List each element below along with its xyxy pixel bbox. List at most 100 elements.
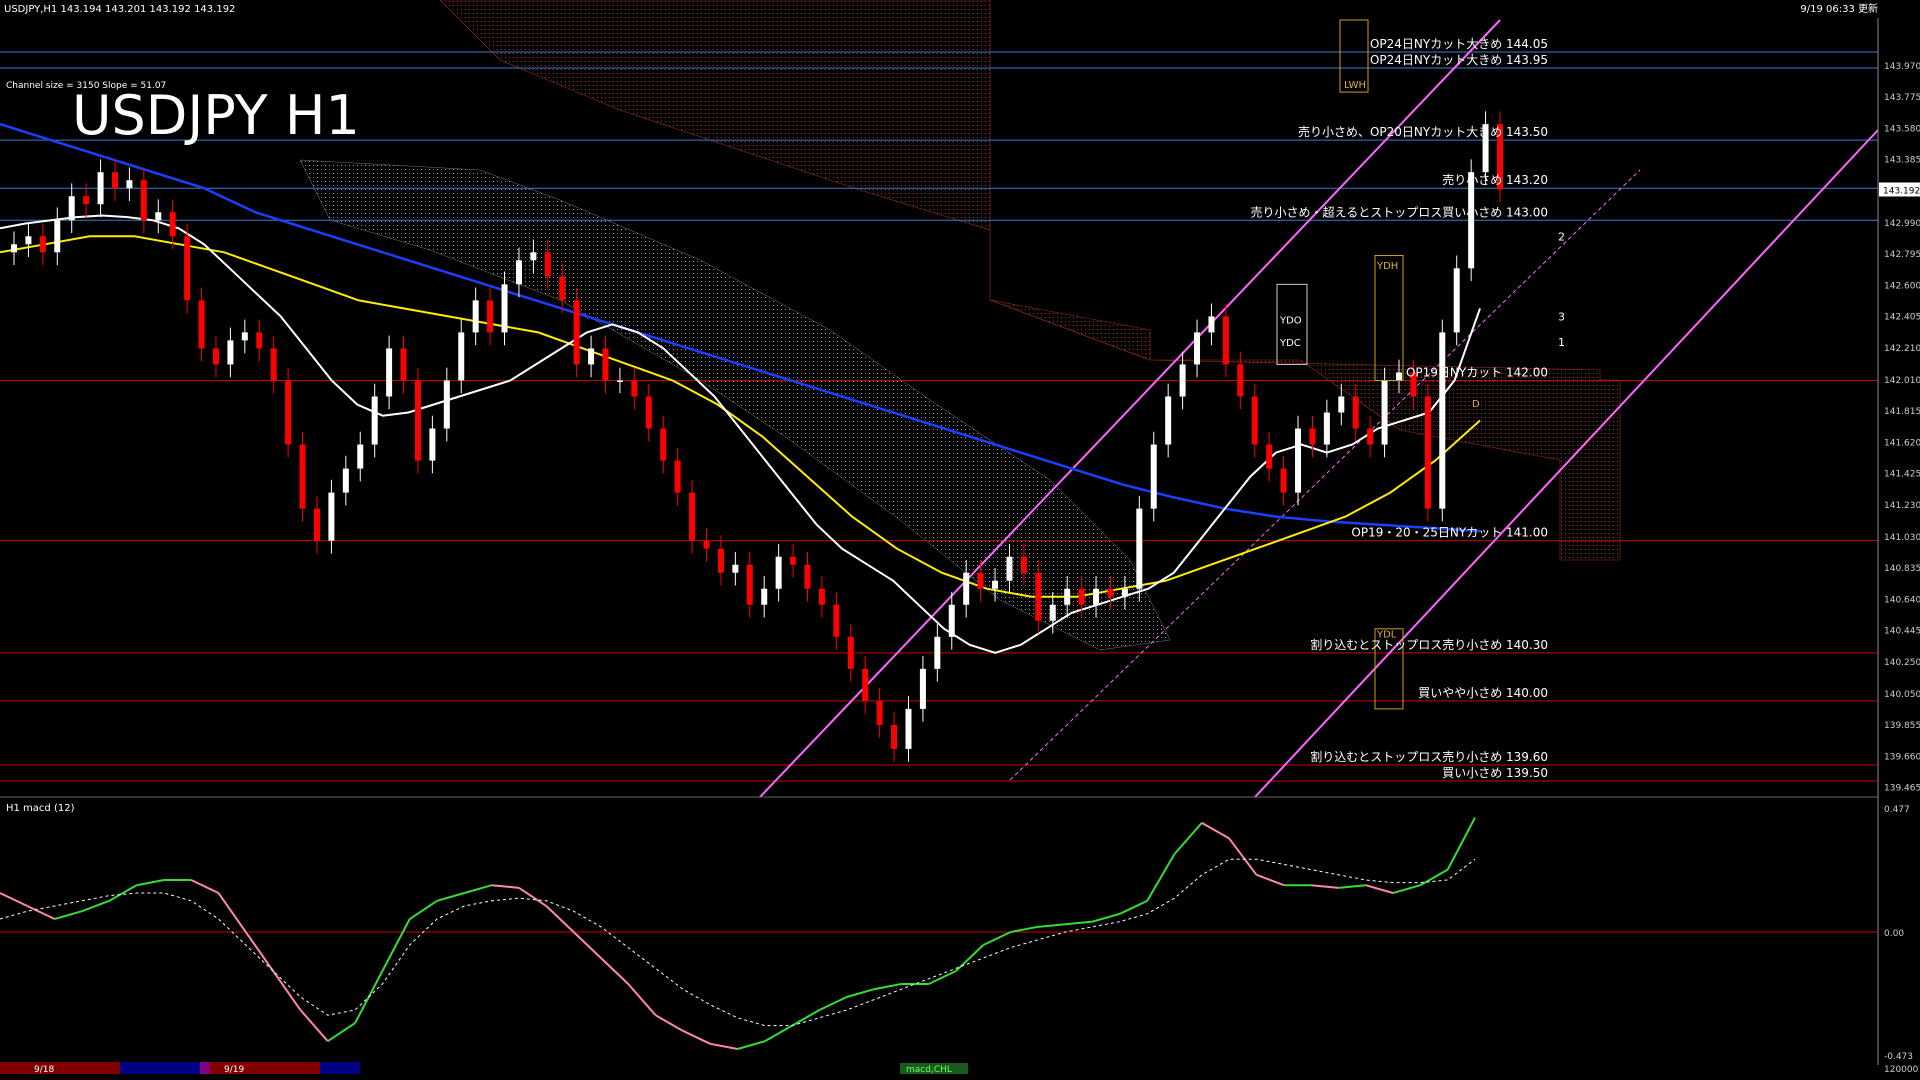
candle-body xyxy=(1165,396,1172,445)
candle-body xyxy=(111,172,118,189)
price-tick: 141.425 xyxy=(1884,470,1920,480)
candle-body xyxy=(227,340,234,365)
candle-body xyxy=(1208,316,1215,333)
price-tick: 139.660 xyxy=(1884,752,1920,762)
candle-body xyxy=(97,172,104,205)
candle-body xyxy=(847,636,854,669)
macd-tick: -0.473 xyxy=(1884,1052,1913,1062)
candle-body xyxy=(934,636,941,669)
price-tick: 141.030 xyxy=(1884,533,1920,543)
candle-body xyxy=(948,604,955,637)
macd-tick: 0.00 xyxy=(1884,929,1904,939)
price-tick: 143.970 xyxy=(1884,62,1920,72)
update-datetime: 9/19 06:33 更新 xyxy=(1800,2,1878,15)
candle-body xyxy=(1136,508,1143,589)
candle-body xyxy=(963,572,970,605)
price-tick: 140.445 xyxy=(1884,627,1920,637)
level-label: 割り込むとストップロス売り小さめ 139.60 xyxy=(1310,749,1548,764)
price-tick: 139.855 xyxy=(1884,721,1920,731)
candle-body xyxy=(775,556,782,589)
price-tick: 142.600 xyxy=(1884,281,1920,291)
price-tick: 143.775 xyxy=(1884,93,1920,103)
chart-title: USDJPY H1 xyxy=(72,84,360,147)
candle-body xyxy=(905,708,912,749)
box-label: YDH xyxy=(1376,261,1398,272)
candle-body xyxy=(342,468,349,493)
candle-body xyxy=(169,212,176,237)
candle-body xyxy=(891,724,898,749)
candle-body xyxy=(1237,364,1244,397)
candle-body xyxy=(371,396,378,445)
candle-body xyxy=(1396,372,1403,381)
candle-body xyxy=(212,348,219,365)
candle-body xyxy=(833,604,840,637)
date-label-918: 9/18 xyxy=(34,1065,54,1075)
box-label: D xyxy=(1472,399,1480,410)
candle-body xyxy=(1381,380,1388,445)
box-label: YDC xyxy=(1279,338,1301,349)
level-label: 割り込むとストップロス売り小さめ 140.30 xyxy=(1310,637,1548,652)
level-label: OP24日NYカット大きめ 143.95 xyxy=(1370,53,1548,67)
price-tick: 141.815 xyxy=(1884,407,1920,417)
candle-body xyxy=(746,564,753,605)
candle-body xyxy=(515,260,522,285)
level-label: 売り小さめ、OP20日NYカット大きめ 143.50 xyxy=(1298,124,1548,139)
price-tick: 143.385 xyxy=(1884,156,1920,166)
candle-body xyxy=(1266,444,1273,469)
level-label: 買いやや小さめ 140.00 xyxy=(1418,686,1548,700)
candle-body xyxy=(790,556,797,565)
price-tick: 139.465 xyxy=(1884,784,1920,794)
candle-body xyxy=(602,348,609,381)
candle-body xyxy=(876,700,883,725)
price-tick: 143.580 xyxy=(1884,124,1920,134)
candle-body xyxy=(472,300,479,333)
candle-body xyxy=(660,428,667,461)
price-tick: 142.795 xyxy=(1884,250,1920,260)
candle-body xyxy=(732,564,739,573)
candle-body xyxy=(11,244,17,253)
price-tick: 140.835 xyxy=(1884,564,1920,574)
candle-body xyxy=(1367,428,1374,445)
level-label: 買い小さめ 139.50 xyxy=(1442,766,1548,780)
candle-body xyxy=(530,252,537,261)
candle-body xyxy=(544,252,551,277)
candle-body xyxy=(386,348,393,397)
candle-body xyxy=(1194,332,1201,365)
macd-tick: 0.477 xyxy=(1884,805,1910,815)
candle-body xyxy=(559,276,566,301)
level-label: 売り小さめ 143.20 xyxy=(1442,172,1548,187)
candle-body xyxy=(616,380,623,382)
time-bar-segment xyxy=(120,1062,200,1074)
price-tick: 142.990 xyxy=(1884,219,1920,229)
candle-body xyxy=(313,508,320,541)
candle-body xyxy=(1453,268,1460,333)
candle-body xyxy=(674,460,681,493)
box-label: YDO xyxy=(1279,316,1302,327)
candle-body xyxy=(241,332,248,341)
price-tick: 141.230 xyxy=(1884,501,1920,511)
candle-body xyxy=(1338,396,1345,413)
candle-body xyxy=(1035,572,1042,621)
candle-body xyxy=(126,180,133,189)
candle-body xyxy=(1049,604,1056,621)
macd-title: H1 macd (12) xyxy=(6,803,75,814)
box-label: LWH xyxy=(1344,80,1366,91)
candle-body xyxy=(1121,588,1128,597)
candle-body xyxy=(1093,588,1100,605)
candle-body xyxy=(689,492,696,541)
candle-body xyxy=(155,212,162,221)
candle-body xyxy=(1150,444,1157,509)
candle-body xyxy=(1295,428,1302,493)
candle-body xyxy=(818,588,825,605)
fib-label: 2 xyxy=(1558,230,1565,243)
candle-body xyxy=(299,444,306,509)
volume-label: 120000 xyxy=(1884,1065,1919,1075)
chart-canvas: OP24日NYカット大きめ 144.05 OP24日NYカット大きめ 143.95… xyxy=(0,0,1920,1080)
candle-body xyxy=(1352,396,1359,429)
candle-body xyxy=(285,380,292,445)
candle-body xyxy=(761,588,768,605)
price-tick: 142.010 xyxy=(1884,376,1920,386)
candle-body xyxy=(862,668,869,701)
candle-body xyxy=(443,380,450,429)
candle-body xyxy=(1006,556,1013,581)
